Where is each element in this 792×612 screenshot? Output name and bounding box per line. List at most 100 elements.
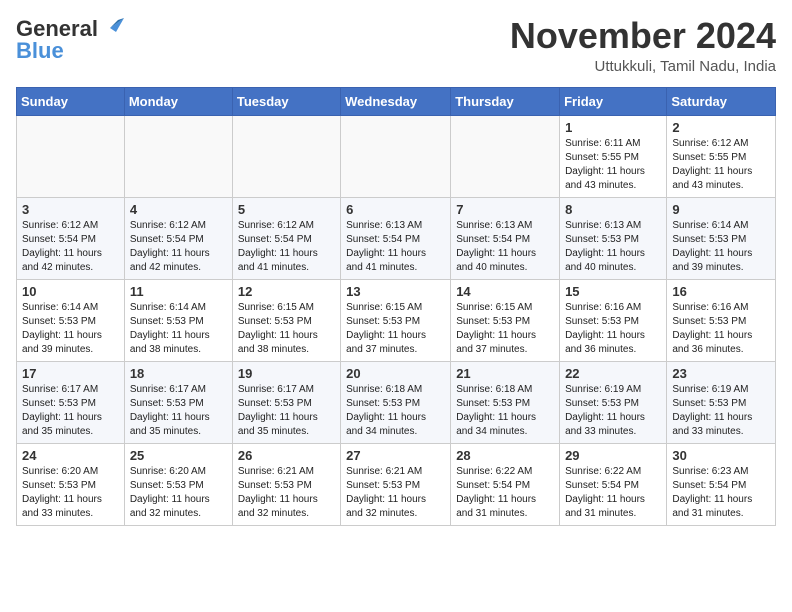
calendar-cell: 11 Sunrise: 6:14 AM Sunset: 5:53 PM Dayli… bbox=[124, 279, 232, 361]
calendar-cell: 15 Sunrise: 6:16 AM Sunset: 5:53 PM Dayli… bbox=[560, 279, 667, 361]
calendar-cell: 16 Sunrise: 6:16 AM Sunset: 5:53 PM Dayli… bbox=[667, 279, 776, 361]
weekday-header-wednesday: Wednesday bbox=[341, 87, 451, 115]
calendar-cell: 13Sunrise: 6:15 AM Sunset: 5:53 PM Dayli… bbox=[341, 279, 451, 361]
calendar-cell: 29 Sunrise: 6:22 AM Sunset: 5:54 PM Dayli… bbox=[560, 443, 667, 525]
day-info: Sunrise: 6:22 AM Sunset: 5:54 PM Dayligh… bbox=[456, 465, 554, 521]
calendar-cell: 20 Sunrise: 6:18 AM Sunset: 5:53 PM Dayli… bbox=[341, 361, 451, 443]
day-number: 26 bbox=[238, 448, 335, 463]
weekday-header-monday: Monday bbox=[124, 87, 232, 115]
day-number: 15 bbox=[565, 284, 661, 299]
calendar-cell bbox=[124, 115, 232, 197]
day-number: 29 bbox=[565, 448, 661, 463]
day-number: 9 bbox=[672, 202, 770, 217]
day-number: 2 bbox=[672, 120, 770, 135]
day-info: Sunrise: 6:11 AM Sunset: 5:55 PM Dayligh… bbox=[565, 137, 661, 193]
calendar-cell: 25 Sunrise: 6:20 AM Sunset: 5:53 PM Dayli… bbox=[124, 443, 232, 525]
day-info: Sunrise: 6:14 AM Sunset: 5:53 PM Dayligh… bbox=[672, 219, 770, 275]
day-number: 19 bbox=[238, 366, 335, 381]
weekday-header-sunday: Sunday bbox=[17, 87, 125, 115]
day-number: 8 bbox=[565, 202, 661, 217]
calendar-cell: 30 Sunrise: 6:23 AM Sunset: 5:54 PM Dayli… bbox=[667, 443, 776, 525]
calendar-cell: 22 Sunrise: 6:19 AM Sunset: 5:53 PM Dayli… bbox=[560, 361, 667, 443]
day-number: 18 bbox=[130, 366, 227, 381]
day-info: Sunrise: 6:14 AM Sunset: 5:53 PM Dayligh… bbox=[130, 301, 227, 357]
day-info: Sunrise: 6:12 AM Sunset: 5:54 PM Dayligh… bbox=[22, 219, 119, 275]
logo-blue-text: Blue bbox=[16, 38, 64, 64]
day-info: Sunrise: 6:22 AM Sunset: 5:54 PM Dayligh… bbox=[565, 465, 661, 521]
day-info: Sunrise: 6:18 AM Sunset: 5:53 PM Dayligh… bbox=[346, 383, 445, 439]
calendar-cell: 5 Sunrise: 6:12 AM Sunset: 5:54 PM Daylig… bbox=[232, 197, 340, 279]
day-info: Sunrise: 6:18 AM Sunset: 5:53 PM Dayligh… bbox=[456, 383, 554, 439]
calendar-cell: 21Sunrise: 6:18 AM Sunset: 5:53 PM Dayli… bbox=[451, 361, 560, 443]
day-number: 22 bbox=[565, 366, 661, 381]
calendar-cell: 24 Sunrise: 6:20 AM Sunset: 5:53 PM Dayli… bbox=[17, 443, 125, 525]
day-info: Sunrise: 6:13 AM Sunset: 5:54 PM Dayligh… bbox=[456, 219, 554, 275]
day-number: 1 bbox=[565, 120, 661, 135]
day-info: Sunrise: 6:23 AM Sunset: 5:54 PM Dayligh… bbox=[672, 465, 770, 521]
day-info: Sunrise: 6:12 AM Sunset: 5:54 PM Dayligh… bbox=[238, 219, 335, 275]
calendar-cell: 1 Sunrise: 6:11 AM Sunset: 5:55 PM Daylig… bbox=[560, 115, 667, 197]
calendar-table: SundayMondayTuesdayWednesdayThursdayFrid… bbox=[16, 87, 776, 526]
day-info: Sunrise: 6:15 AM Sunset: 5:53 PM Dayligh… bbox=[346, 301, 445, 357]
day-number: 24 bbox=[22, 448, 119, 463]
calendar-week-1: 1 Sunrise: 6:11 AM Sunset: 5:55 PM Daylig… bbox=[17, 115, 776, 197]
day-number: 20 bbox=[346, 366, 445, 381]
calendar-cell: 12Sunrise: 6:15 AM Sunset: 5:53 PM Dayli… bbox=[232, 279, 340, 361]
calendar-cell: 3Sunrise: 6:12 AM Sunset: 5:54 PM Daylig… bbox=[17, 197, 125, 279]
day-info: Sunrise: 6:15 AM Sunset: 5:53 PM Dayligh… bbox=[238, 301, 335, 357]
day-info: Sunrise: 6:17 AM Sunset: 5:53 PM Dayligh… bbox=[22, 383, 119, 439]
day-info: Sunrise: 6:12 AM Sunset: 5:54 PM Dayligh… bbox=[130, 219, 227, 275]
calendar-cell: 6 Sunrise: 6:13 AM Sunset: 5:54 PM Daylig… bbox=[341, 197, 451, 279]
day-number: 25 bbox=[130, 448, 227, 463]
calendar-cell bbox=[17, 115, 125, 197]
day-info: Sunrise: 6:17 AM Sunset: 5:53 PM Dayligh… bbox=[238, 383, 335, 439]
day-info: Sunrise: 6:16 AM Sunset: 5:53 PM Dayligh… bbox=[565, 301, 661, 357]
calendar-cell: 23Sunrise: 6:19 AM Sunset: 5:53 PM Dayli… bbox=[667, 361, 776, 443]
calendar-cell: 10 Sunrise: 6:14 AM Sunset: 5:53 PM Dayli… bbox=[17, 279, 125, 361]
day-info: Sunrise: 6:13 AM Sunset: 5:53 PM Dayligh… bbox=[565, 219, 661, 275]
title-block: November 2024 Uttukkuli, Tamil Nadu, Ind… bbox=[510, 16, 776, 75]
calendar-week-4: 17Sunrise: 6:17 AM Sunset: 5:53 PM Dayli… bbox=[17, 361, 776, 443]
calendar-week-2: 3Sunrise: 6:12 AM Sunset: 5:54 PM Daylig… bbox=[17, 197, 776, 279]
weekday-header-saturday: Saturday bbox=[667, 87, 776, 115]
calendar-cell bbox=[232, 115, 340, 197]
day-info: Sunrise: 6:15 AM Sunset: 5:53 PM Dayligh… bbox=[456, 301, 554, 357]
day-number: 27 bbox=[346, 448, 445, 463]
day-number: 16 bbox=[672, 284, 770, 299]
calendar-cell: 14 Sunrise: 6:15 AM Sunset: 5:53 PM Dayli… bbox=[451, 279, 560, 361]
calendar-cell: 27 Sunrise: 6:21 AM Sunset: 5:53 PM Dayli… bbox=[341, 443, 451, 525]
calendar-cell: 18Sunrise: 6:17 AM Sunset: 5:53 PM Dayli… bbox=[124, 361, 232, 443]
day-info: Sunrise: 6:21 AM Sunset: 5:53 PM Dayligh… bbox=[346, 465, 445, 521]
day-number: 4 bbox=[130, 202, 227, 217]
page-header: General Blue November 2024 Uttukkuli, Ta… bbox=[16, 16, 776, 75]
day-info: Sunrise: 6:14 AM Sunset: 5:53 PM Dayligh… bbox=[22, 301, 119, 357]
day-number: 23 bbox=[672, 366, 770, 381]
day-info: Sunrise: 6:20 AM Sunset: 5:53 PM Dayligh… bbox=[130, 465, 227, 521]
day-number: 7 bbox=[456, 202, 554, 217]
day-info: Sunrise: 6:12 AM Sunset: 5:55 PM Dayligh… bbox=[672, 137, 770, 193]
calendar-cell bbox=[451, 115, 560, 197]
day-number: 5 bbox=[238, 202, 335, 217]
day-number: 14 bbox=[456, 284, 554, 299]
calendar-cell: 8 Sunrise: 6:13 AM Sunset: 5:53 PM Daylig… bbox=[560, 197, 667, 279]
day-info: Sunrise: 6:13 AM Sunset: 5:54 PM Dayligh… bbox=[346, 219, 445, 275]
calendar-title: November 2024 bbox=[510, 16, 776, 56]
day-info: Sunrise: 6:20 AM Sunset: 5:53 PM Dayligh… bbox=[22, 465, 119, 521]
calendar-cell: 4 Sunrise: 6:12 AM Sunset: 5:54 PM Daylig… bbox=[124, 197, 232, 279]
day-number: 11 bbox=[130, 284, 227, 299]
calendar-header-row: SundayMondayTuesdayWednesdayThursdayFrid… bbox=[17, 87, 776, 115]
day-info: Sunrise: 6:19 AM Sunset: 5:53 PM Dayligh… bbox=[565, 383, 661, 439]
day-number: 6 bbox=[346, 202, 445, 217]
weekday-header-friday: Friday bbox=[560, 87, 667, 115]
calendar-cell: 17Sunrise: 6:17 AM Sunset: 5:53 PM Dayli… bbox=[17, 361, 125, 443]
weekday-header-thursday: Thursday bbox=[451, 87, 560, 115]
calendar-subtitle: Uttukkuli, Tamil Nadu, India bbox=[510, 58, 776, 75]
calendar-week-5: 24 Sunrise: 6:20 AM Sunset: 5:53 PM Dayli… bbox=[17, 443, 776, 525]
day-number: 30 bbox=[672, 448, 770, 463]
calendar-cell: 28 Sunrise: 6:22 AM Sunset: 5:54 PM Dayli… bbox=[451, 443, 560, 525]
day-info: Sunrise: 6:16 AM Sunset: 5:53 PM Dayligh… bbox=[672, 301, 770, 357]
day-number: 10 bbox=[22, 284, 119, 299]
calendar-cell: 9 Sunrise: 6:14 AM Sunset: 5:53 PM Daylig… bbox=[667, 197, 776, 279]
day-number: 28 bbox=[456, 448, 554, 463]
weekday-header-tuesday: Tuesday bbox=[232, 87, 340, 115]
